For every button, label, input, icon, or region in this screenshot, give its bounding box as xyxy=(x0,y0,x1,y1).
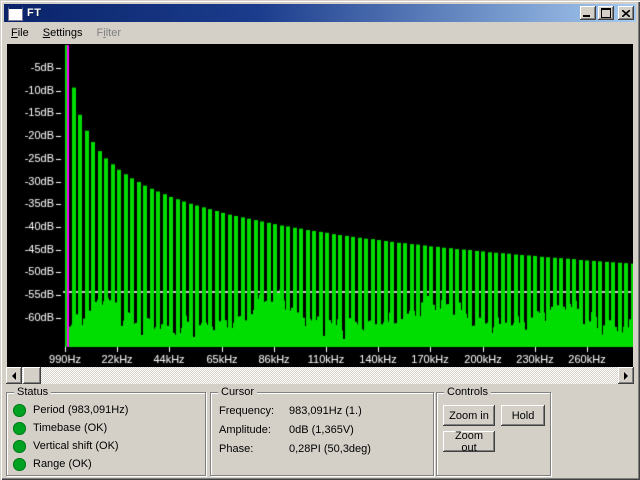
controls-group-title: Controls xyxy=(444,386,491,398)
cursor-phase-value: 0,28PI (50,3deg) xyxy=(289,443,371,455)
title-bar[interactable]: FT xyxy=(4,4,636,22)
status-label: Period (983,091Hz) xyxy=(33,404,128,416)
horizontal-scrollbar[interactable] xyxy=(6,367,634,384)
status-groupbox: Status Period (983,091Hz) Timebase (OK) … xyxy=(6,392,206,476)
status-led-icon xyxy=(13,422,26,435)
arrow-right-icon xyxy=(624,372,632,380)
cursor-amplitude-label: Amplitude: xyxy=(219,424,271,436)
window-title: FT xyxy=(27,7,578,19)
app-window: FT File Settings Filter Status Period (9… xyxy=(0,0,640,480)
scroll-right-button[interactable] xyxy=(618,367,634,384)
zoom-in-button[interactable]: Zoom in xyxy=(443,405,495,426)
status-label: Timebase (OK) xyxy=(33,422,107,434)
spectrum-display[interactable] xyxy=(7,44,633,367)
status-label: Range (OK) xyxy=(33,458,92,470)
controls-groupbox: Controls Zoom in Hold Zoom out xyxy=(436,392,551,476)
cursor-row-phase: Phase: 0,28PI (50,3deg) xyxy=(219,443,253,455)
maximize-icon xyxy=(601,8,611,18)
zoom-out-button[interactable]: Zoom out xyxy=(443,431,495,452)
cursor-frequency-label: Frequency: xyxy=(219,405,274,417)
cursor-amplitude-value: 0dB (1,365V) xyxy=(289,424,354,436)
cursor-frequency-value: 983,091Hz (1.) xyxy=(289,405,362,417)
menu-item-filter: Filter xyxy=(90,24,128,42)
maximize-button[interactable] xyxy=(598,6,614,20)
cursor-phase-label: Phase: xyxy=(219,443,253,455)
menu-item-file[interactable]: File xyxy=(4,24,36,42)
cursor-group-title: Cursor xyxy=(218,386,257,398)
status-led-icon xyxy=(13,404,26,417)
status-led-icon xyxy=(13,458,26,471)
arrow-left-icon xyxy=(8,372,16,380)
cursor-row-amplitude: Amplitude: 0dB (1,365V) xyxy=(219,424,271,436)
status-group-title: Status xyxy=(14,386,51,398)
scrollbar-thumb[interactable] xyxy=(23,367,41,384)
close-icon xyxy=(622,10,630,17)
minimize-button[interactable] xyxy=(580,6,596,20)
menu-item-settings[interactable]: Settings xyxy=(36,24,90,42)
status-row-period: Period (983,091Hz) xyxy=(13,403,128,417)
cursor-groupbox: Cursor Frequency: 983,091Hz (1.) Amplitu… xyxy=(210,392,434,476)
close-button[interactable] xyxy=(618,6,634,20)
status-row-timebase: Timebase (OK) xyxy=(13,421,107,435)
spectrum-canvas[interactable] xyxy=(7,44,633,367)
app-icon xyxy=(8,6,23,21)
status-row-vertical-shift: Vertical shift (OK) xyxy=(13,439,119,453)
minimize-icon xyxy=(583,15,590,17)
cursor-row-frequency: Frequency: 983,091Hz (1.) xyxy=(219,405,274,417)
status-label: Vertical shift (OK) xyxy=(33,440,119,452)
hold-button[interactable]: Hold xyxy=(501,405,545,426)
status-led-icon xyxy=(13,440,26,453)
status-row-range: Range (OK) xyxy=(13,457,92,471)
menu-bar: File Settings Filter xyxy=(4,23,636,43)
scroll-left-button[interactable] xyxy=(6,367,22,384)
